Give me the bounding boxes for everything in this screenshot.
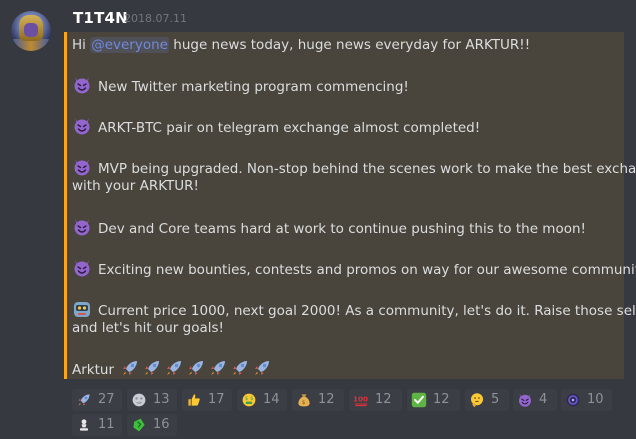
money-bag-icon: $ xyxy=(298,394,310,407)
full-moon-face-icon xyxy=(132,393,146,407)
message-line-signoff: Arktur xyxy=(72,358,272,379)
item-1-text: New Twitter marketing program commencing… xyxy=(98,79,409,95)
custom-emoji-icon xyxy=(566,393,580,407)
chat-message: T1T4N 2018.07.11 Hi @everyone huge news … xyxy=(0,0,636,439)
reaction-thinking-face[interactable]: 5 xyxy=(465,389,509,411)
robot-icon xyxy=(74,302,90,317)
message-line-item-4: Dev and Core teams hard at work to conti… xyxy=(72,217,586,238)
message-line-item-1: New Twitter marketing program commencing… xyxy=(72,75,409,96)
reaction-green-token[interactable]: 16 xyxy=(127,414,177,436)
message-line-item-2: ARKT-BTC pair on telegram exchange almos… xyxy=(72,116,480,137)
rocket-icon xyxy=(167,361,182,375)
greeting-suffix: huge news today, huge news everyday for … xyxy=(168,37,531,53)
reaction-count: 5 xyxy=(491,392,500,407)
reaction-count: 12 xyxy=(375,392,392,407)
message-line-item-5: Exciting new bounties, contests and prom… xyxy=(72,258,636,279)
reaction-smiling-devil[interactable]: 4 xyxy=(513,389,557,411)
rocket-icon xyxy=(123,361,138,375)
rocket-icon xyxy=(78,394,90,406)
reaction-count: 14 xyxy=(263,392,280,407)
item-2-text: ARKT-BTC pair on telegram exchange almos… xyxy=(98,120,481,136)
smiling-devil-icon xyxy=(74,159,90,176)
money-mouth-face-icon: $ $ xyxy=(242,393,256,407)
rocket-icon xyxy=(145,361,160,375)
reaction-thumbs-up[interactable]: 17 xyxy=(182,389,232,411)
author-name[interactable]: T1T4N xyxy=(73,9,128,27)
reaction-chess-pawn[interactable]: 11 xyxy=(72,414,122,436)
svg-text:$: $ xyxy=(250,396,253,402)
rocket-icon xyxy=(255,361,270,375)
message-line-item-3-wrap: with your ARKTUR! xyxy=(72,177,199,195)
chess-pawn-icon xyxy=(80,419,88,431)
svg-text:$: $ xyxy=(245,396,248,402)
greeting-prefix: Hi xyxy=(72,37,91,53)
reaction-count: 17 xyxy=(208,392,225,407)
item-5-text: Exciting new bounties, contests and prom… xyxy=(98,262,636,278)
smiling-devil-icon xyxy=(74,219,90,236)
message-line-greeting: Hi @everyone huge news today, huge news … xyxy=(72,36,530,54)
green-token-icon xyxy=(133,418,145,432)
rocket-icon xyxy=(211,361,226,375)
reaction-count: 10 xyxy=(587,392,604,407)
rocket-icon xyxy=(189,361,204,375)
smiling-devil-icon xyxy=(74,77,90,94)
reaction-count: 12 xyxy=(318,392,335,407)
everyone-mention[interactable]: @everyone xyxy=(90,37,169,53)
reaction-money-bag[interactable]: $ 12 xyxy=(292,389,344,411)
thumbs-up-icon xyxy=(188,394,200,406)
item-3-text-b: with your ARKTUR! xyxy=(72,178,199,194)
item-6-text-a: Current price 1000, next goal 2000! As a… xyxy=(98,303,636,319)
item-4-text: Dev and Core teams hard at work to conti… xyxy=(98,221,586,237)
reaction-rocket[interactable]: 27 xyxy=(72,389,122,411)
item-6-text-b: and let's hit our goals! xyxy=(72,320,224,336)
message-line-item-6-wrap: and let's hit our goals! xyxy=(72,319,224,337)
smiling-devil-icon xyxy=(519,393,531,407)
reaction-money-mouth-face[interactable]: $ $ 14 xyxy=(237,389,287,411)
reaction-count: 4 xyxy=(539,392,548,407)
smiling-devil-icon xyxy=(74,118,90,135)
reaction-full-moon-face[interactable]: 13 xyxy=(127,389,177,411)
rocket-icon xyxy=(233,361,248,375)
reaction-count: 16 xyxy=(153,417,170,432)
reaction-count: 11 xyxy=(98,417,115,432)
item-3-text-a: MVP being upgraded. Non-stop behind the … xyxy=(98,161,636,177)
hundred-points-icon: 100 xyxy=(353,395,368,407)
svg-text:$: $ xyxy=(302,400,306,406)
reaction-count: 13 xyxy=(153,392,170,407)
check-mark-icon xyxy=(411,392,427,408)
thinking-face-icon xyxy=(471,393,483,408)
smiling-devil-icon xyxy=(74,260,90,277)
avatar-face xyxy=(24,23,38,37)
svg-text:100: 100 xyxy=(353,395,368,404)
message-line-item-3: MVP being upgraded. Non-stop behind the … xyxy=(72,157,636,178)
signoff-text: Arktur xyxy=(72,362,115,378)
message-line-item-6: Current price 1000, next goal 2000! As a… xyxy=(72,299,636,320)
reaction-hundred-points[interactable]: 100 12 xyxy=(349,389,402,411)
reaction-custom-emoji[interactable]: 10 xyxy=(561,389,612,411)
message-timestamp: 2018.07.11 xyxy=(124,12,187,25)
avatar[interactable] xyxy=(11,11,51,51)
reaction-count: 27 xyxy=(98,392,115,407)
reaction-check-mark[interactable]: 12 xyxy=(407,389,460,411)
reaction-count: 12 xyxy=(433,392,450,407)
